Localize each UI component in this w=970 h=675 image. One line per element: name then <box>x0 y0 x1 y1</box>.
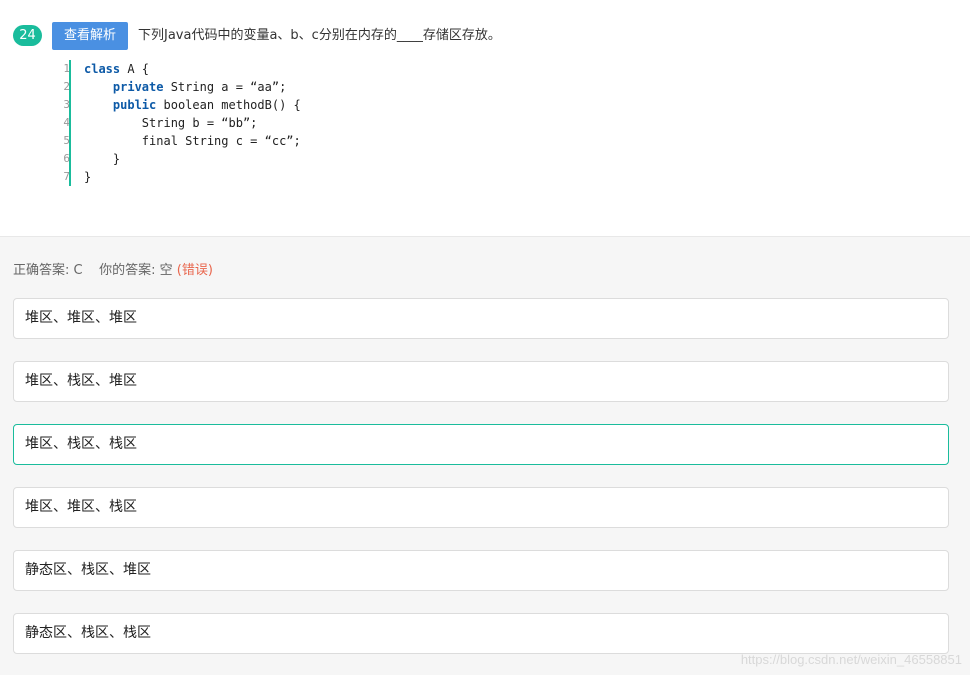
code-rest: boolean methodB() { <box>156 98 301 112</box>
code-text: } <box>70 150 120 168</box>
line-number: 6 <box>63 152 70 165</box>
code-text: final String c = “cc”; <box>70 132 301 150</box>
answer-status: (错误) <box>176 263 213 278</box>
code-line: 4 String b = “bb”; <box>53 114 353 132</box>
line-number: 2 <box>63 80 70 93</box>
option-e[interactable]: 静态区、栈区、堆区 <box>13 550 949 591</box>
code-line: 1 class A { <box>53 60 353 78</box>
code-text: private String a = “aa”; <box>70 78 286 96</box>
code-line: 7} <box>53 168 353 186</box>
code-line: 2 private String a = “aa”; <box>53 78 353 96</box>
option-c[interactable]: 堆区、栈区、栈区 <box>13 424 949 465</box>
question-text: 下列Java代码中的变量a、b、c分别在内存的____存储区存放。 <box>138 28 501 43</box>
line-number: 4 <box>63 116 70 129</box>
line-number: 7 <box>63 170 70 183</box>
code-line: 5 final String c = “cc”; <box>53 132 353 150</box>
code-keyword: private <box>112 80 164 94</box>
view-analysis-button[interactable]: 查看解析 <box>52 22 128 50</box>
code-gutter-bar <box>69 60 71 186</box>
option-d[interactable]: 堆区、堆区、栈区 <box>13 487 949 528</box>
code-keyword: class <box>84 62 121 76</box>
code-text: public boolean methodB() { <box>70 96 301 114</box>
answer-panel: 正确答案: C 你的答案: 空 (错误) 堆区、堆区、堆区 堆区、栈区、堆区 堆… <box>0 236 970 675</box>
line-number: 3 <box>63 98 70 111</box>
option-b[interactable]: 堆区、栈区、堆区 <box>13 361 949 402</box>
code-rest: String b = “bb”; <box>141 116 258 130</box>
option-f[interactable]: 静态区、栈区、栈区 <box>13 613 949 654</box>
code-rest: final String c = “cc”; <box>141 134 301 148</box>
line-number: 1 <box>63 62 70 75</box>
answer-summary: 正确答案: C 你的答案: 空 (错误) <box>13 259 213 278</box>
code-line: 3 public boolean methodB() { <box>53 96 353 114</box>
code-keyword: public <box>112 98 157 112</box>
question-panel: 24 查看解析 下列Java代码中的变量a、b、c分别在内存的____存储区存放… <box>0 0 970 236</box>
code-rest: A { <box>120 62 150 76</box>
code-rest: } <box>84 170 92 184</box>
correct-answer-label: 正确答案: C <box>13 263 83 278</box>
code-text: String b = “bb”; <box>70 114 258 132</box>
line-number: 5 <box>63 134 70 147</box>
code-text: } <box>70 168 91 186</box>
your-answer-label: 你的答案: 空 <box>99 263 173 278</box>
code-text: class A { <box>70 60 149 78</box>
code-line: 6 } <box>53 150 353 168</box>
code-rest: } <box>112 152 121 166</box>
code-rest: String a = “aa”; <box>163 80 287 94</box>
code-block: 1 class A {2 private String a = “aa”; 3 pu… <box>53 60 353 186</box>
question-number-badge: 24 <box>13 25 42 46</box>
option-a[interactable]: 堆区、堆区、堆区 <box>13 298 949 339</box>
watermark-text: https://blog.csdn.net/weixin_46558851 <box>740 652 962 667</box>
